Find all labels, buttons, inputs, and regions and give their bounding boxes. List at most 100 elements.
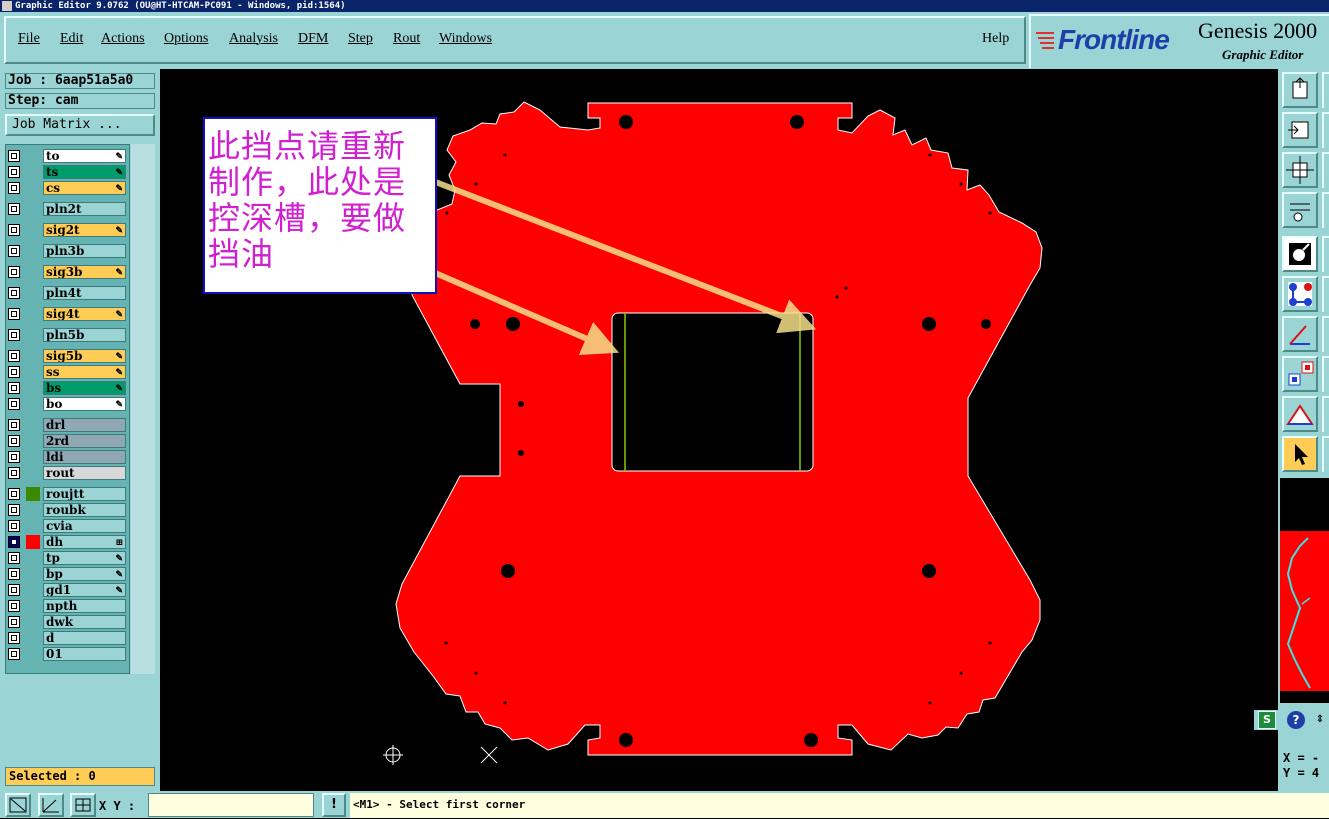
layer-row-pln5b[interactable]: pln5b <box>6 328 128 342</box>
layer-checkbox[interactable] <box>8 419 20 431</box>
layer-checkbox[interactable] <box>8 245 20 257</box>
layer-name[interactable]: sig4t ✎ <box>43 307 126 321</box>
layer-checkbox[interactable] <box>8 536 20 548</box>
connect-button[interactable] <box>1282 276 1318 312</box>
layer-name[interactable]: 01 <box>43 647 126 661</box>
layer-checkbox[interactable] <box>8 451 20 463</box>
layer-checkbox[interactable] <box>8 203 20 215</box>
layer-name[interactable]: to ✎ <box>43 149 126 163</box>
menu-dfm[interactable]: DFM <box>298 31 328 47</box>
layer-name[interactable]: roujtt <box>43 487 126 501</box>
fit-screen-button[interactable] <box>1282 72 1318 108</box>
layer-name[interactable]: d <box>43 631 126 645</box>
layer-row-01[interactable]: 01 <box>6 647 128 661</box>
toolbar-overflow[interactable] <box>1322 316 1329 352</box>
menu-options[interactable]: Options <box>164 31 208 47</box>
job-matrix-button[interactable]: Job Matrix ... <box>5 114 155 136</box>
toolbar-overflow[interactable] <box>1322 236 1329 272</box>
layer-color-marker[interactable] <box>26 487 40 501</box>
layer-checkbox[interactable] <box>8 584 20 596</box>
snap-button[interactable] <box>1282 236 1318 272</box>
layer-row-bo[interactable]: bo ✎ <box>6 397 128 411</box>
layer-name[interactable]: sig3b ✎ <box>43 265 126 279</box>
layer-checkbox[interactable] <box>8 600 20 612</box>
layer-checkbox[interactable] <box>8 435 20 447</box>
layer-checkbox[interactable] <box>8 520 20 532</box>
layer-color-marker[interactable] <box>26 535 40 549</box>
layer-row-sig3b[interactable]: sig3b ✎ <box>6 265 128 279</box>
layer-checkbox[interactable] <box>8 308 20 320</box>
layer-name[interactable]: cs ✎ <box>43 181 126 195</box>
layer-name[interactable]: tp ✎ <box>43 551 126 565</box>
layer-name[interactable]: rout <box>43 466 126 480</box>
layer-checkbox[interactable] <box>8 398 20 410</box>
toolbar-overflow[interactable] <box>1322 276 1329 312</box>
layer-checkbox[interactable] <box>8 366 20 378</box>
layer-checkbox[interactable] <box>8 224 20 236</box>
spinner-icon[interactable]: ⇕ <box>1313 711 1327 729</box>
layer-row-dwk[interactable]: dwk <box>6 615 128 629</box>
layer-name[interactable]: pln4t <box>43 286 126 300</box>
layer-row-pln4t[interactable]: pln4t <box>6 286 128 300</box>
layer-row-cs[interactable]: cs ✎ <box>6 181 128 195</box>
menu-analysis[interactable]: Analysis <box>229 31 278 47</box>
layer-name[interactable]: bo ✎ <box>43 397 126 411</box>
zoom-home-button[interactable] <box>1282 112 1318 148</box>
layer-row-roubk[interactable]: roubk <box>6 503 128 517</box>
layer-row-ldi[interactable]: ldi <box>6 450 128 464</box>
layer-name[interactable]: npth <box>43 599 126 613</box>
layer-row-ts[interactable]: ts ✎ <box>6 165 128 179</box>
layer-checkbox[interactable] <box>8 504 20 516</box>
xy-input[interactable] <box>148 793 314 817</box>
layer-name[interactable]: 2rd <box>43 434 126 448</box>
layer-checkbox[interactable] <box>8 467 20 479</box>
layer-row-to[interactable]: to ✎ <box>6 149 128 163</box>
layer-name[interactable]: ts ✎ <box>43 165 126 179</box>
layer-name[interactable]: pln5b <box>43 328 126 342</box>
layer-checkbox[interactable] <box>8 329 20 341</box>
layer-row-dh[interactable]: dh ⊞ <box>6 535 128 549</box>
window-close-icon[interactable] <box>2 1 12 11</box>
script-icon[interactable]: S <box>1258 711 1276 729</box>
pan-button[interactable] <box>1282 152 1318 188</box>
triangle-button[interactable] <box>1282 396 1318 432</box>
layer-name[interactable]: gd1 ✎ <box>43 583 126 597</box>
layer-row-cvia[interactable]: cvia <box>6 519 128 533</box>
layer-row-pln2t[interactable]: pln2t <box>6 202 128 216</box>
zoom-window-button[interactable] <box>5 793 31 817</box>
layer-name[interactable]: dwk <box>43 615 126 629</box>
layer-row-sig5b[interactable]: sig5b ✎ <box>6 349 128 363</box>
layer-checkbox[interactable] <box>8 166 20 178</box>
layer-name[interactable]: drl <box>43 418 126 432</box>
menu-actions[interactable]: Actions <box>101 31 145 47</box>
grid-button[interactable] <box>70 793 96 817</box>
menu-edit[interactable]: Edit <box>60 31 83 47</box>
layer-checkbox[interactable] <box>8 648 20 660</box>
layer-row-ss[interactable]: ss ✎ <box>6 365 128 379</box>
layer-name[interactable]: ss ✎ <box>43 365 126 379</box>
toolbar-overflow[interactable] <box>1322 112 1329 148</box>
layer-name[interactable]: bs ✎ <box>43 381 126 395</box>
overview-thumbnail[interactable] <box>1280 478 1329 703</box>
toolbar-overflow[interactable] <box>1322 192 1329 228</box>
layer-name[interactable]: roubk <box>43 503 126 517</box>
layer-list-scrollbar[interactable] <box>131 144 155 674</box>
layer-name[interactable]: sig2t ✎ <box>43 223 126 237</box>
layer-name[interactable]: bp ✎ <box>43 567 126 581</box>
toolbar-overflow[interactable] <box>1322 72 1329 108</box>
layer-row-bp[interactable]: bp ✎ <box>6 567 128 581</box>
toolbar-overflow[interactable] <box>1322 396 1329 432</box>
menu-step[interactable]: Step <box>348 31 373 47</box>
menu-file[interactable]: File <box>18 31 40 47</box>
layer-checkbox[interactable] <box>8 266 20 278</box>
layer-name[interactable]: pln2t <box>43 202 126 216</box>
layer-checkbox[interactable] <box>8 552 20 564</box>
layer-row-roujtt[interactable]: roujtt <box>6 487 128 501</box>
menu-windows[interactable]: Windows <box>439 31 492 47</box>
layer-row-sig2t[interactable]: sig2t ✎ <box>6 223 128 237</box>
layer-checkbox[interactable] <box>8 568 20 580</box>
move-button[interactable] <box>1282 356 1318 392</box>
layer-checkbox[interactable] <box>8 150 20 162</box>
layer-row-gd1[interactable]: gd1 ✎ <box>6 583 128 597</box>
layer-name[interactable]: dh ⊞ <box>43 535 126 549</box>
